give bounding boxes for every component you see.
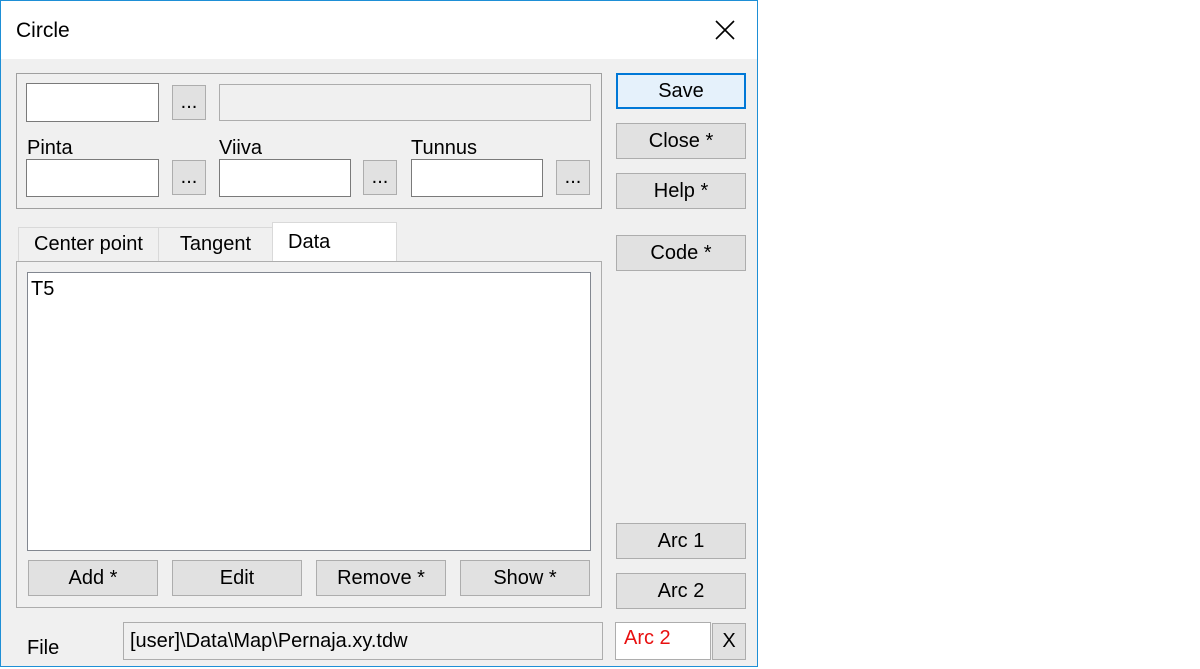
clear-arc-button[interactable]: X [712, 623, 746, 660]
tunnus-browse-button[interactable]: ... [556, 160, 590, 195]
arc1-button[interactable]: Arc 1 [616, 523, 746, 559]
description-field[interactable] [219, 84, 591, 121]
remove-button[interactable]: Remove * [316, 560, 446, 596]
viiva-label: Viiva [219, 137, 262, 159]
window-close-button[interactable] [701, 11, 749, 51]
arc2-button[interactable]: Arc 2 [616, 573, 746, 609]
code-input[interactable] [26, 83, 159, 122]
save-button[interactable]: Save [616, 73, 746, 109]
tab-tangent[interactable]: Tangent [158, 227, 273, 261]
code-button[interactable]: Code * [616, 235, 746, 271]
help-button[interactable]: Help * [616, 173, 746, 209]
show-button[interactable]: Show * [460, 560, 590, 596]
tab-label: Data [288, 231, 331, 253]
circle-dialog: Circle ... Pinta ... Viiva ... Tunnus ..… [0, 0, 758, 667]
tunnus-label: Tunnus [411, 137, 477, 159]
file-label: File [27, 637, 60, 659]
list-item[interactable]: T5 [31, 278, 587, 301]
code-browse-button[interactable]: ... [172, 85, 206, 120]
pinta-label: Pinta [27, 137, 73, 159]
tab-center-point[interactable]: Center point [18, 227, 159, 261]
add-button[interactable]: Add * [28, 560, 158, 596]
tab-label: Tangent [179, 233, 252, 255]
close-button[interactable]: Close * [616, 123, 746, 159]
window-title: Circle [16, 19, 70, 42]
arc-selection-field[interactable]: Arc 2 [615, 622, 711, 660]
file-path-field[interactable] [123, 622, 603, 660]
viiva-browse-button[interactable]: ... [363, 160, 397, 195]
tab-data[interactable]: Data [272, 222, 397, 262]
pinta-browse-button[interactable]: ... [172, 160, 206, 195]
viiva-input[interactable] [219, 159, 351, 197]
tunnus-input[interactable] [411, 159, 543, 197]
title-bar: Circle [1, 1, 757, 59]
close-icon [715, 20, 735, 40]
tab-label: Center point [34, 233, 143, 255]
edit-button[interactable]: Edit [172, 560, 302, 596]
data-listbox[interactable]: T5 [27, 272, 591, 551]
pinta-input[interactable] [26, 159, 159, 197]
